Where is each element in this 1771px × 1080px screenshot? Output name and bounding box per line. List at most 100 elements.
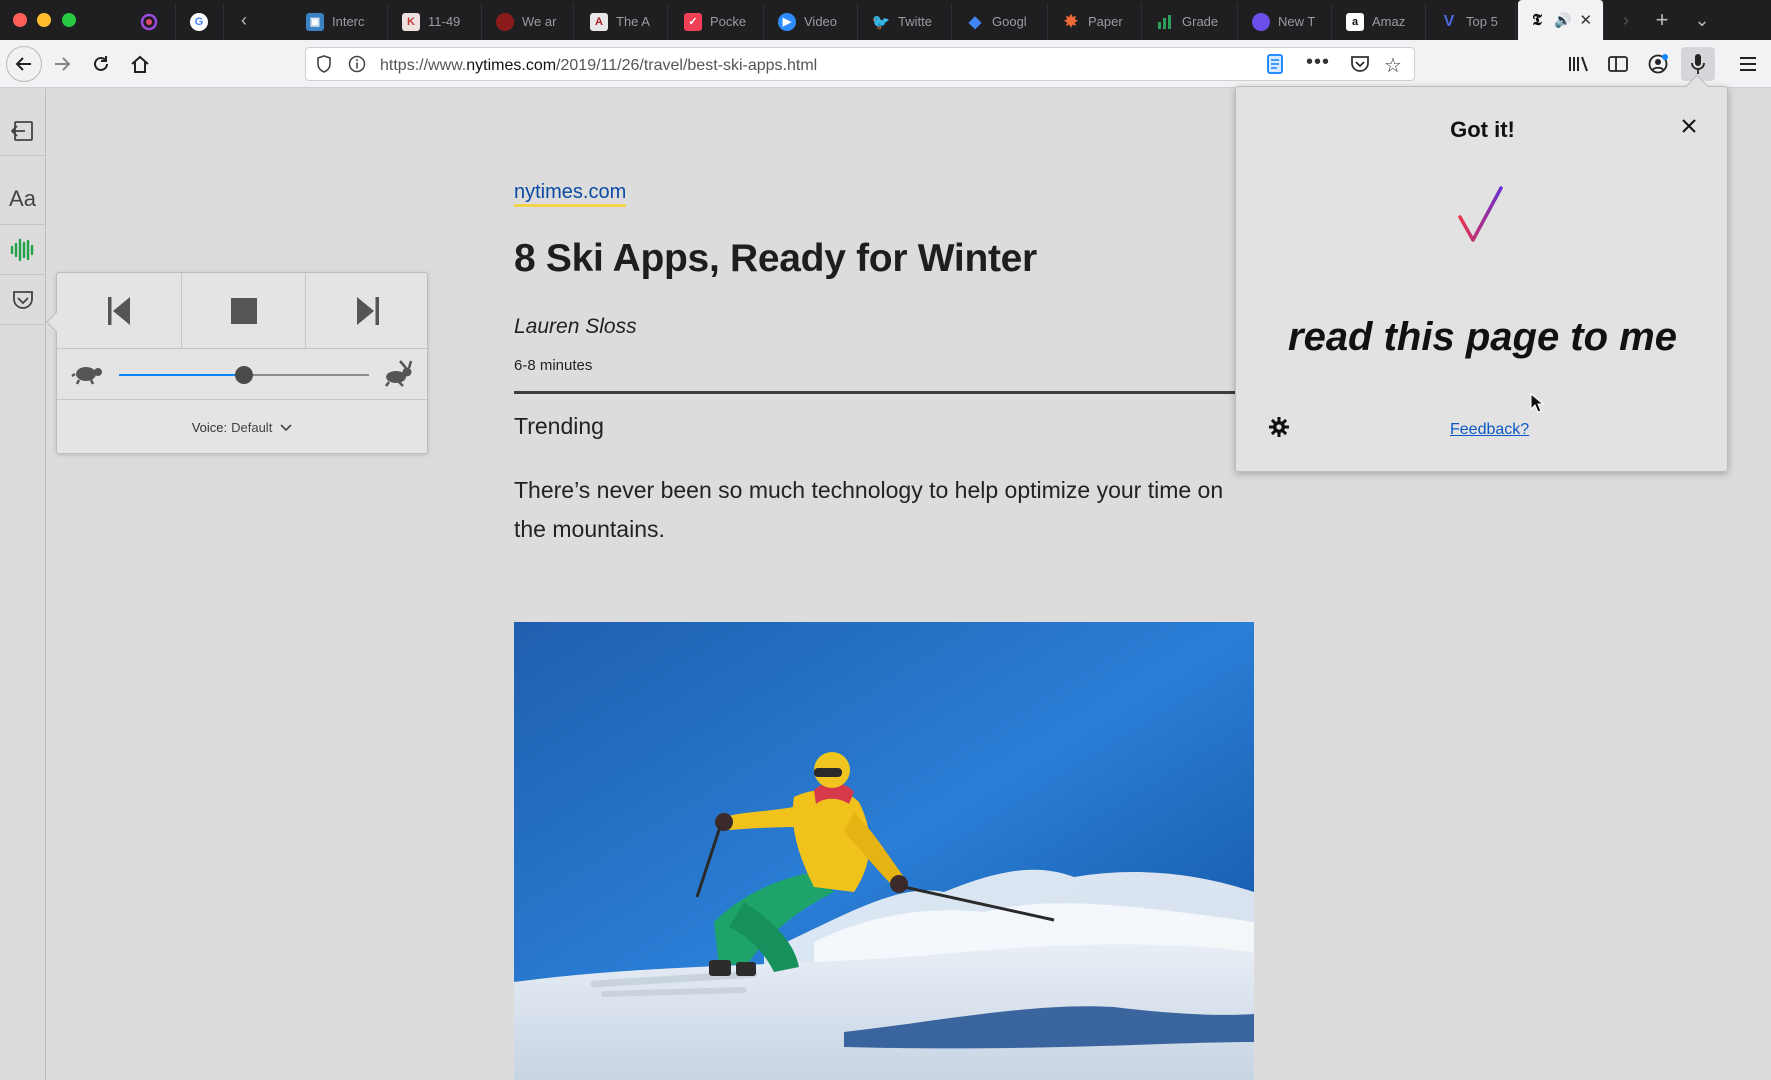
- close-tab-icon[interactable]: ✕: [1579, 11, 1592, 29]
- voice-command-panel: Got it! read this page to me Feedback?: [1235, 74, 1728, 472]
- tab[interactable]: New T: [1242, 3, 1332, 40]
- reload-button[interactable]: [86, 49, 116, 79]
- tab[interactable]: 🐦 Twitte: [862, 3, 952, 40]
- close-window-button[interactable]: [13, 13, 27, 27]
- tab-label: Amaz: [1372, 14, 1406, 29]
- tab[interactable]: V Top 5: [1430, 3, 1516, 40]
- pocket-icon: [12, 290, 33, 309]
- stop-button[interactable]: [181, 273, 305, 349]
- hero-image: [514, 622, 1254, 1080]
- article-section: Trending: [514, 413, 604, 439]
- tracking-protection-icon[interactable]: [316, 55, 332, 78]
- scroll-tabs-left-icon[interactable]: ‹: [232, 8, 256, 32]
- article-divider: [514, 391, 1254, 394]
- tab-strip: G ‹ ▣ Interc K 11-49 We ar A The A ✓ Poc…: [0, 0, 1771, 40]
- active-tab[interactable]: 𝕿 🔊 ✕: [1518, 0, 1604, 40]
- exit-reader-icon: [10, 120, 33, 141]
- intercom-icon: ▣: [306, 12, 324, 31]
- narrate-waveform-icon: [10, 238, 33, 261]
- tab[interactable]: ✓ Pocke: [674, 3, 764, 40]
- scroll-tabs-right-icon[interactable]: ›: [1614, 8, 1638, 32]
- reader-view-icon[interactable]: [1266, 54, 1284, 79]
- type-controls-button[interactable]: Aa: [0, 173, 45, 225]
- pinned-tab[interactable]: G: [180, 3, 224, 40]
- rate-slider-thumb[interactable]: [235, 366, 253, 384]
- k-icon: K: [402, 12, 420, 31]
- rate-slider-fill: [119, 374, 244, 376]
- panel-heading: Got it!: [1450, 117, 1515, 142]
- pocket-reader-button[interactable]: [0, 275, 45, 325]
- tab[interactable]: We ar: [486, 3, 574, 40]
- voice-select[interactable]: Voice: Default: [57, 401, 427, 453]
- url-bar[interactable]: https://www.nytimes.com/2019/11/26/trave…: [305, 47, 1415, 81]
- article-byline: Lauren Sloss: [514, 315, 637, 338]
- skip-next-button[interactable]: [305, 273, 429, 349]
- speaker-icon[interactable]: 🔊: [1554, 12, 1571, 29]
- tab-label: Grade: [1182, 14, 1219, 29]
- tab-label: Twitte: [898, 14, 932, 29]
- tab[interactable]: Grade: [1146, 3, 1238, 40]
- bar-chart-icon: [1156, 13, 1174, 31]
- stop-icon: [230, 297, 257, 324]
- tab-label: Pocke: [710, 14, 747, 29]
- narrate-popup: Voice: Default: [46, 272, 429, 454]
- reading-time: 6-8 minutes: [514, 357, 593, 374]
- feedback-link[interactable]: Feedback?: [1450, 421, 1529, 439]
- tab[interactable]: ▣ Interc: [296, 3, 388, 40]
- pinned-tab[interactable]: [130, 3, 176, 40]
- close-icon: [1682, 119, 1696, 133]
- url-prefix: https://www.: [380, 57, 467, 74]
- minimize-window-button[interactable]: [37, 13, 51, 27]
- page-actions-icon[interactable]: •••: [1306, 51, 1330, 74]
- forward-button[interactable]: [47, 49, 77, 79]
- chevron-down-icon: [280, 420, 292, 435]
- article-title: 8 Ski Apps, Ready for Winter: [514, 237, 1037, 280]
- new-tab-icon[interactable]: +: [1650, 7, 1674, 32]
- voice-value: Default: [231, 419, 273, 435]
- sidebar-toggle-button[interactable]: [1603, 49, 1633, 79]
- account-button[interactable]: [1643, 49, 1673, 79]
- google-icon: G: [190, 12, 208, 31]
- zoom-window-button[interactable]: [62, 13, 76, 27]
- menu-button[interactable]: [1733, 49, 1763, 79]
- tab[interactable]: A The A: [580, 3, 668, 40]
- pocket-save-icon[interactable]: [1350, 55, 1370, 78]
- tab-label: Video: [804, 14, 838, 29]
- account-icon: [1648, 54, 1668, 74]
- back-arrow-icon: [15, 57, 31, 71]
- tab[interactable]: ◆ Googl: [956, 3, 1048, 40]
- reader-toolbar: Aa: [0, 89, 46, 1080]
- tab-label: 11-49: [428, 14, 461, 29]
- url-path: /2019/11/26/travel/best-ski-apps.html: [556, 57, 818, 74]
- rate-slider[interactable]: [119, 366, 369, 384]
- tab[interactable]: a Amaz: [1336, 3, 1426, 40]
- site-link[interactable]: nytimes.com: [514, 180, 627, 207]
- star-burst-icon: ✸: [1063, 11, 1079, 31]
- bookmark-star-icon[interactable]: ☆: [1384, 53, 1402, 78]
- rate-slider-row: [57, 350, 427, 400]
- tab[interactable]: ▶ Video: [768, 3, 858, 40]
- tab[interactable]: K 11-49: [392, 3, 482, 40]
- narrate-button[interactable]: [0, 225, 45, 275]
- settings-button[interactable]: [1266, 414, 1292, 440]
- nyt-icon: 𝕿: [1532, 10, 1542, 29]
- skip-previous-button[interactable]: [57, 273, 181, 349]
- diamond-icon: ◆: [968, 13, 982, 31]
- library-icon: [1569, 56, 1588, 72]
- home-button[interactable]: [125, 49, 155, 79]
- tab-label: Paper: [1088, 14, 1123, 29]
- url-text[interactable]: https://www.nytimes.com/2019/11/26/trave…: [380, 57, 817, 75]
- skier-photo: [514, 622, 1254, 1080]
- tab[interactable]: ✸ Paper: [1052, 3, 1142, 40]
- article: nytimes.com 8 Ski Apps, Ready for Winter…: [514, 180, 1254, 549]
- library-button[interactable]: [1563, 49, 1593, 79]
- checkmark-icon: [1457, 185, 1505, 250]
- sidebar-icon: [1608, 56, 1628, 72]
- tab-list-chevron-icon[interactable]: ⌄: [1690, 8, 1714, 32]
- site-info-icon[interactable]: [348, 55, 366, 78]
- back-button[interactable]: [6, 46, 42, 82]
- voice-label: Voice:: [191, 419, 228, 435]
- firefox-icon: [140, 13, 158, 31]
- close-reader-button[interactable]: [0, 106, 45, 156]
- close-panel-button[interactable]: [1676, 113, 1702, 139]
